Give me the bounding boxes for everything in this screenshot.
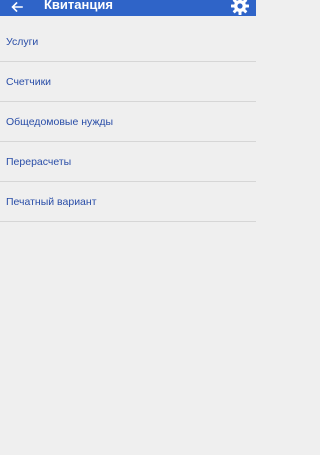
menu-item-label: Счетчики bbox=[6, 75, 52, 88]
page-title: Квитанция bbox=[44, 0, 113, 12]
app-screen: Квитанция Услуги Счетчики Общедомовые ну… bbox=[0, 0, 256, 455]
arrow-left-icon bbox=[11, 2, 23, 12]
menu-item-services[interactable]: Услуги bbox=[0, 22, 256, 62]
settings-button[interactable] bbox=[230, 0, 250, 16]
menu-item-common-needs[interactable]: Общедомовые нужды bbox=[0, 102, 256, 142]
back-button[interactable] bbox=[6, 0, 28, 14]
menu-item-label: Услуги bbox=[6, 35, 39, 48]
menu-item-print-version[interactable]: Печатный вариант bbox=[0, 182, 256, 222]
gear-icon bbox=[231, 0, 249, 15]
menu-item-recalculations[interactable]: Перерасчеты bbox=[0, 142, 256, 182]
menu-item-label: Перерасчеты bbox=[6, 155, 72, 168]
menu-item-meters[interactable]: Счетчики bbox=[0, 62, 256, 102]
receipt-menu: Услуги Счетчики Общедомовые нужды Перера… bbox=[0, 22, 256, 222]
menu-item-label: Печатный вариант bbox=[6, 195, 97, 208]
menu-item-label: Общедомовые нужды bbox=[6, 115, 114, 128]
toolbar: Квитанция bbox=[0, 0, 256, 16]
